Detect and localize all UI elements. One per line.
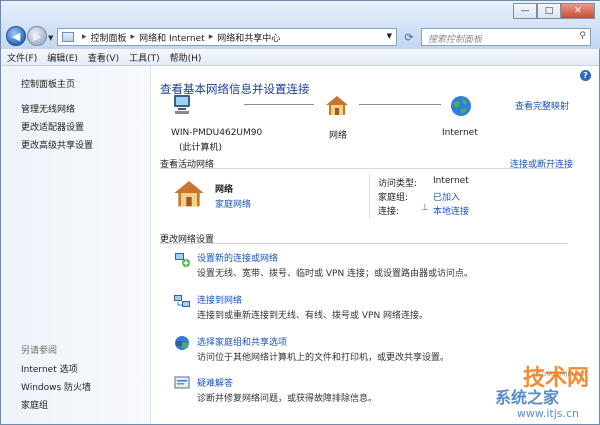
computer-name: WIN-PMDU462UM90 [171, 128, 263, 138]
active-network-name: 网络 [215, 185, 234, 195]
computer-sub-label: (此计算机) [179, 143, 223, 153]
sidebar: 控制面板主页 管理无线网络 更改适配器设置 更改高级共享设置 另请参阅 Inte… [1, 66, 151, 424]
sidebar-link-homegroup[interactable]: 家庭组 [21, 398, 48, 411]
view-full-map-link[interactable]: 查看完整映射 [515, 99, 569, 112]
sidebar-item-manage-wireless[interactable]: 管理无线网络 [21, 102, 75, 115]
connection-label: 连接: [378, 207, 400, 217]
breadcrumb-network-internet[interactable]: 网络和 Internet [139, 31, 205, 44]
see-also-heading: 另请参阅 [21, 346, 58, 356]
sidebar-link-firewall[interactable]: Windows 防火墙 [21, 380, 91, 393]
ethernet-icon: ⊥ [421, 203, 429, 213]
homegroup-sharing-icon [175, 336, 189, 350]
help-icon[interactable]: ? [580, 70, 591, 81]
setup-new-connection-desc: 设置无线、宽带、拨号、临时或 VPN 连接；或设置路由器或访问点。 [197, 269, 474, 279]
menu-tools[interactable]: 工具(T) [129, 51, 160, 64]
internet-node-label: Internet [442, 128, 478, 138]
network-node-label: 网络 [329, 131, 348, 141]
forward-button[interactable]: ▶ [27, 26, 47, 46]
breadcrumb-separator-icon[interactable]: ▸ [209, 32, 214, 42]
homegroup-sharing-options-desc: 访问位于其他网络计算机上的文件和打印机，或更改共享设置。 [197, 353, 450, 363]
menu-file[interactable]: 文件(F) [7, 51, 37, 64]
globe-internet-icon [449, 94, 473, 121]
maximize-button[interactable]: □ [537, 3, 561, 19]
main-content: ? 查看基本网络信息并设置连接 查看完整映射 WIN-PMDU462UM90 (… [151, 66, 599, 424]
arrow-right-icon: ▶ [32, 29, 42, 43]
connection-line [359, 104, 441, 105]
troubleshoot-desc: 诊断并修复网络问题，或获得故障排除信息。 [197, 394, 378, 404]
recent-pages-dropdown[interactable]: ▼ [48, 34, 53, 42]
house-network-icon [325, 94, 349, 119]
connect-network-icon [174, 295, 190, 307]
window: — □ ✕ ◀ ▶ ▼ ▸ 控制面板 ▸ 网络和 Internet ▸ 网络和共… [0, 0, 600, 425]
control-panel-icon [62, 32, 74, 42]
window-controls: — □ ✕ [513, 3, 595, 19]
search-placeholder: 搜索控制面板 [428, 35, 483, 45]
refresh-button[interactable]: ⟳ [400, 28, 418, 46]
divider [160, 168, 568, 169]
search-input[interactable]: 搜索控制面板 ⚲ [421, 28, 591, 46]
access-type-label: 访问类型: [378, 179, 418, 189]
breadcrumb-separator-icon[interactable]: ▸ [131, 32, 136, 42]
watermark-url: www.itjs.cn [516, 407, 579, 420]
title-bar: — □ ✕ ◀ ▶ ▼ ▸ 控制面板 ▸ 网络和 Internet ▸ 网络和共… [1, 1, 600, 49]
back-button[interactable]: ◀ [6, 26, 26, 46]
connect-to-network-link[interactable]: 连接到网络 [197, 293, 242, 306]
new-connection-icon [175, 253, 190, 267]
troubleshoot-icon [174, 376, 190, 389]
arrow-left-icon: ◀ [11, 29, 21, 43]
connect-to-network-desc: 连接到或重新连接到无线、有线、拨号或 VPN 网络连接。 [197, 311, 429, 321]
local-connection-link[interactable]: 本地连接 [433, 204, 469, 217]
breadcrumb-network-sharing-center[interactable]: 网络和共享中心 [217, 31, 280, 44]
homegroup-label: 家庭组: [378, 193, 409, 203]
refresh-icon: ⟳ [404, 30, 414, 44]
close-button[interactable]: ✕ [561, 3, 595, 19]
sidebar-home-link[interactable]: 控制面板主页 [21, 77, 75, 90]
troubleshoot-link[interactable]: 疑难解答 [197, 376, 233, 389]
homegroup-joined-link[interactable]: 已加入 [433, 190, 460, 203]
minimize-button[interactable]: — [513, 3, 537, 19]
sidebar-link-internet-options[interactable]: Internet 选项 [21, 362, 78, 375]
sidebar-item-adapter-settings[interactable]: 更改适配器设置 [21, 120, 84, 133]
network-type-link[interactable]: 家庭网络 [215, 197, 251, 210]
menu-bar: 文件(F) 编辑(E) 查看(V) 工具(T) 帮助(H) [1, 49, 599, 66]
breadcrumb-control-panel[interactable]: 控制面板 [91, 31, 127, 44]
computer-icon [171, 93, 193, 118]
breadcrumb-separator-icon[interactable]: ▸ [82, 32, 87, 42]
menu-edit[interactable]: 编辑(E) [47, 51, 78, 64]
watermark-brand-secondary: 系统之家 [494, 388, 559, 407]
menu-view[interactable]: 查看(V) [88, 51, 119, 64]
connection-line [244, 104, 314, 105]
divider [369, 174, 370, 219]
search-icon[interactable]: ⚲ [579, 31, 586, 41]
sidebar-item-advanced-sharing[interactable]: 更改高级共享设置 [21, 138, 93, 151]
homegroup-sharing-options-link[interactable]: 选择家庭组和共享选项 [197, 335, 287, 348]
access-type-value: Internet [433, 176, 469, 186]
address-bar[interactable]: ▸ 控制面板 ▸ 网络和 Internet ▸ 网络和共享中心 ▼ [57, 28, 397, 46]
menu-help[interactable]: 帮助(H) [170, 51, 202, 64]
setup-new-connection-link[interactable]: 设置新的连接或网络 [197, 251, 278, 264]
house-network-icon [173, 178, 205, 211]
divider [160, 243, 568, 244]
address-dropdown-icon[interactable]: ▼ [387, 32, 392, 40]
